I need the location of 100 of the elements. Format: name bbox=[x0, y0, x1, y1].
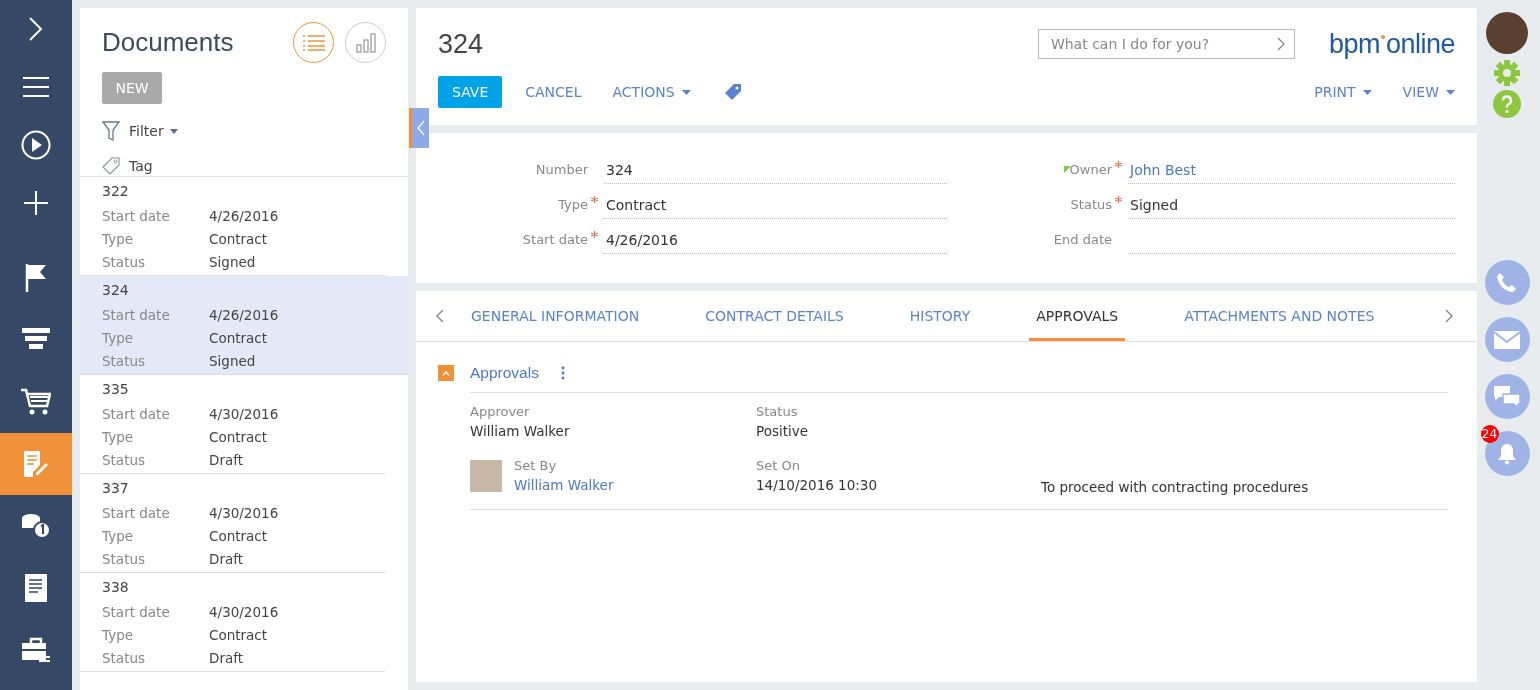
list-row[interactable]: 324 Start date 4/26/2016 Type Contract Status Signed bbox=[80, 276, 408, 375]
actions-dropdown[interactable]: ACTIONS bbox=[612, 76, 691, 108]
chevron-right-icon bbox=[1276, 37, 1285, 51]
email-button[interactable] bbox=[1484, 317, 1530, 362]
tab[interactable]: ATTACHMENTS AND NOTES bbox=[1177, 291, 1382, 341]
photo-placeholder bbox=[470, 460, 502, 492]
field-input[interactable]: 4/26/2016 bbox=[604, 224, 947, 254]
tab[interactable]: CONTRACT DETAILS bbox=[698, 291, 851, 341]
chat-button[interactable] bbox=[1484, 374, 1530, 419]
record-number: 322 bbox=[102, 182, 130, 201]
chevron-up-icon bbox=[442, 370, 450, 376]
search-field[interactable]: What can I do for you? bbox=[1037, 29, 1295, 59]
tab[interactable]: APPROVALS bbox=[1029, 291, 1126, 341]
field-label: Status bbox=[1070, 197, 1112, 212]
notification-count-badge: 24 bbox=[1480, 425, 1499, 443]
record-number: 335 bbox=[102, 380, 130, 399]
tag-icon bbox=[102, 157, 120, 175]
field-label: Start date bbox=[522, 232, 588, 247]
field-value: Contract bbox=[209, 428, 268, 447]
field-value: 4/30/2016 bbox=[209, 405, 279, 424]
call-button[interactable] bbox=[1484, 260, 1530, 305]
briefcase-icon bbox=[21, 637, 51, 663]
field-input[interactable]: Signed bbox=[1128, 189, 1455, 219]
field-value: Draft bbox=[209, 451, 244, 470]
chart-view-button[interactable] bbox=[345, 22, 386, 63]
list-row[interactable]: 335 Start date 4/30/2016 Type Contract Status Draft bbox=[80, 375, 385, 474]
field-label: Status bbox=[756, 404, 799, 421]
toolbar-dropdown[interactable]: PRINT bbox=[1314, 76, 1372, 108]
field-value: William Walker bbox=[470, 423, 571, 441]
more-options-button[interactable] bbox=[560, 366, 565, 380]
tag-link[interactable]: Tag bbox=[129, 158, 153, 174]
field-label: Set By bbox=[514, 458, 558, 475]
plus-icon bbox=[24, 191, 48, 215]
field-label: Owner bbox=[1069, 162, 1112, 177]
coins-icon bbox=[21, 513, 51, 539]
cancel-button[interactable]: CANCEL bbox=[525, 76, 582, 108]
scroll-left-icon[interactable] bbox=[434, 309, 446, 323]
field-value: 4/26/2016 bbox=[209, 207, 279, 226]
scroll-right-icon[interactable] bbox=[1443, 309, 1455, 323]
field-label: Status bbox=[102, 253, 147, 272]
field-value: 4/26/2016 bbox=[209, 306, 279, 325]
tag-icon bbox=[724, 84, 741, 100]
comment-text: To proceed with contracting procedures bbox=[1041, 479, 1310, 497]
document-icon bbox=[25, 574, 47, 602]
list-row[interactable]: 337 Start date 4/30/2016 Type Contract Status Draft bbox=[80, 474, 385, 573]
collapse-panel-button[interactable] bbox=[409, 108, 429, 148]
chevron-right-icon bbox=[28, 16, 44, 42]
bar-chart-icon bbox=[355, 32, 376, 53]
field-label: Number bbox=[535, 162, 588, 177]
filter-dropdown[interactable]: Filter bbox=[129, 123, 178, 139]
chat-icon bbox=[1494, 385, 1520, 408]
field-label: Start date bbox=[102, 306, 171, 325]
phone-icon bbox=[1496, 271, 1518, 294]
record-number: 338 bbox=[102, 578, 130, 597]
field-value: Contract bbox=[209, 527, 268, 546]
field-value: Draft bbox=[209, 649, 244, 668]
field-label: Status bbox=[102, 649, 147, 668]
envelope-icon bbox=[1494, 330, 1520, 349]
collapse-button[interactable] bbox=[438, 365, 454, 381]
field-label: Start date bbox=[102, 405, 171, 424]
field-label: Approver bbox=[470, 404, 531, 421]
tab[interactable]: GENERAL INFORMATION bbox=[464, 291, 647, 341]
user-link[interactable]: William Walker bbox=[514, 477, 614, 497]
menu-icon bbox=[23, 77, 49, 97]
document-pen-icon bbox=[23, 450, 49, 478]
field-label: Status bbox=[102, 550, 147, 569]
field-label: Type bbox=[558, 197, 588, 212]
tab[interactable]: HISTORY bbox=[902, 291, 978, 341]
field-label: Type bbox=[102, 626, 134, 645]
field-label: Status bbox=[102, 352, 147, 371]
cart-icon bbox=[21, 388, 51, 416]
toolbar-dropdown[interactable]: VIEW bbox=[1402, 76, 1455, 108]
field-value: 14/10/2016 10:30 bbox=[756, 477, 878, 495]
field-value: Contract bbox=[209, 329, 268, 348]
list-icon bbox=[302, 34, 325, 51]
list-row[interactable]: 338 Start date 4/30/2016 Type Contract Status Draft bbox=[80, 573, 385, 672]
caret-icon bbox=[1362, 89, 1372, 95]
avatar[interactable] bbox=[1486, 12, 1528, 54]
field-input[interactable]: 324 bbox=[604, 154, 947, 184]
field-label: Status bbox=[102, 451, 147, 470]
caret-icon bbox=[1446, 89, 1455, 95]
field-input[interactable]: Contract bbox=[604, 189, 947, 219]
help-button[interactable] bbox=[1493, 90, 1521, 118]
field-label: Type bbox=[102, 527, 134, 546]
caret-icon bbox=[169, 128, 178, 134]
field-label: Type bbox=[102, 329, 134, 348]
notifications-button[interactable] bbox=[1484, 431, 1530, 476]
field-value: 4/30/2016 bbox=[209, 504, 279, 523]
record-number: 324 bbox=[102, 281, 130, 300]
help-icon bbox=[1493, 90, 1521, 118]
field-label: Start date bbox=[102, 504, 171, 523]
field-label: Start date bbox=[102, 207, 171, 226]
field-value: Signed bbox=[209, 253, 256, 272]
owner-link-field[interactable]: John Best bbox=[1128, 154, 1455, 184]
chevron-left-icon bbox=[416, 120, 425, 136]
logo: bpm online bbox=[1328, 28, 1455, 60]
list-view-button[interactable] bbox=[293, 22, 334, 63]
play-icon bbox=[21, 130, 51, 160]
field-value: Draft bbox=[209, 550, 244, 569]
field-label: Type bbox=[102, 230, 134, 249]
